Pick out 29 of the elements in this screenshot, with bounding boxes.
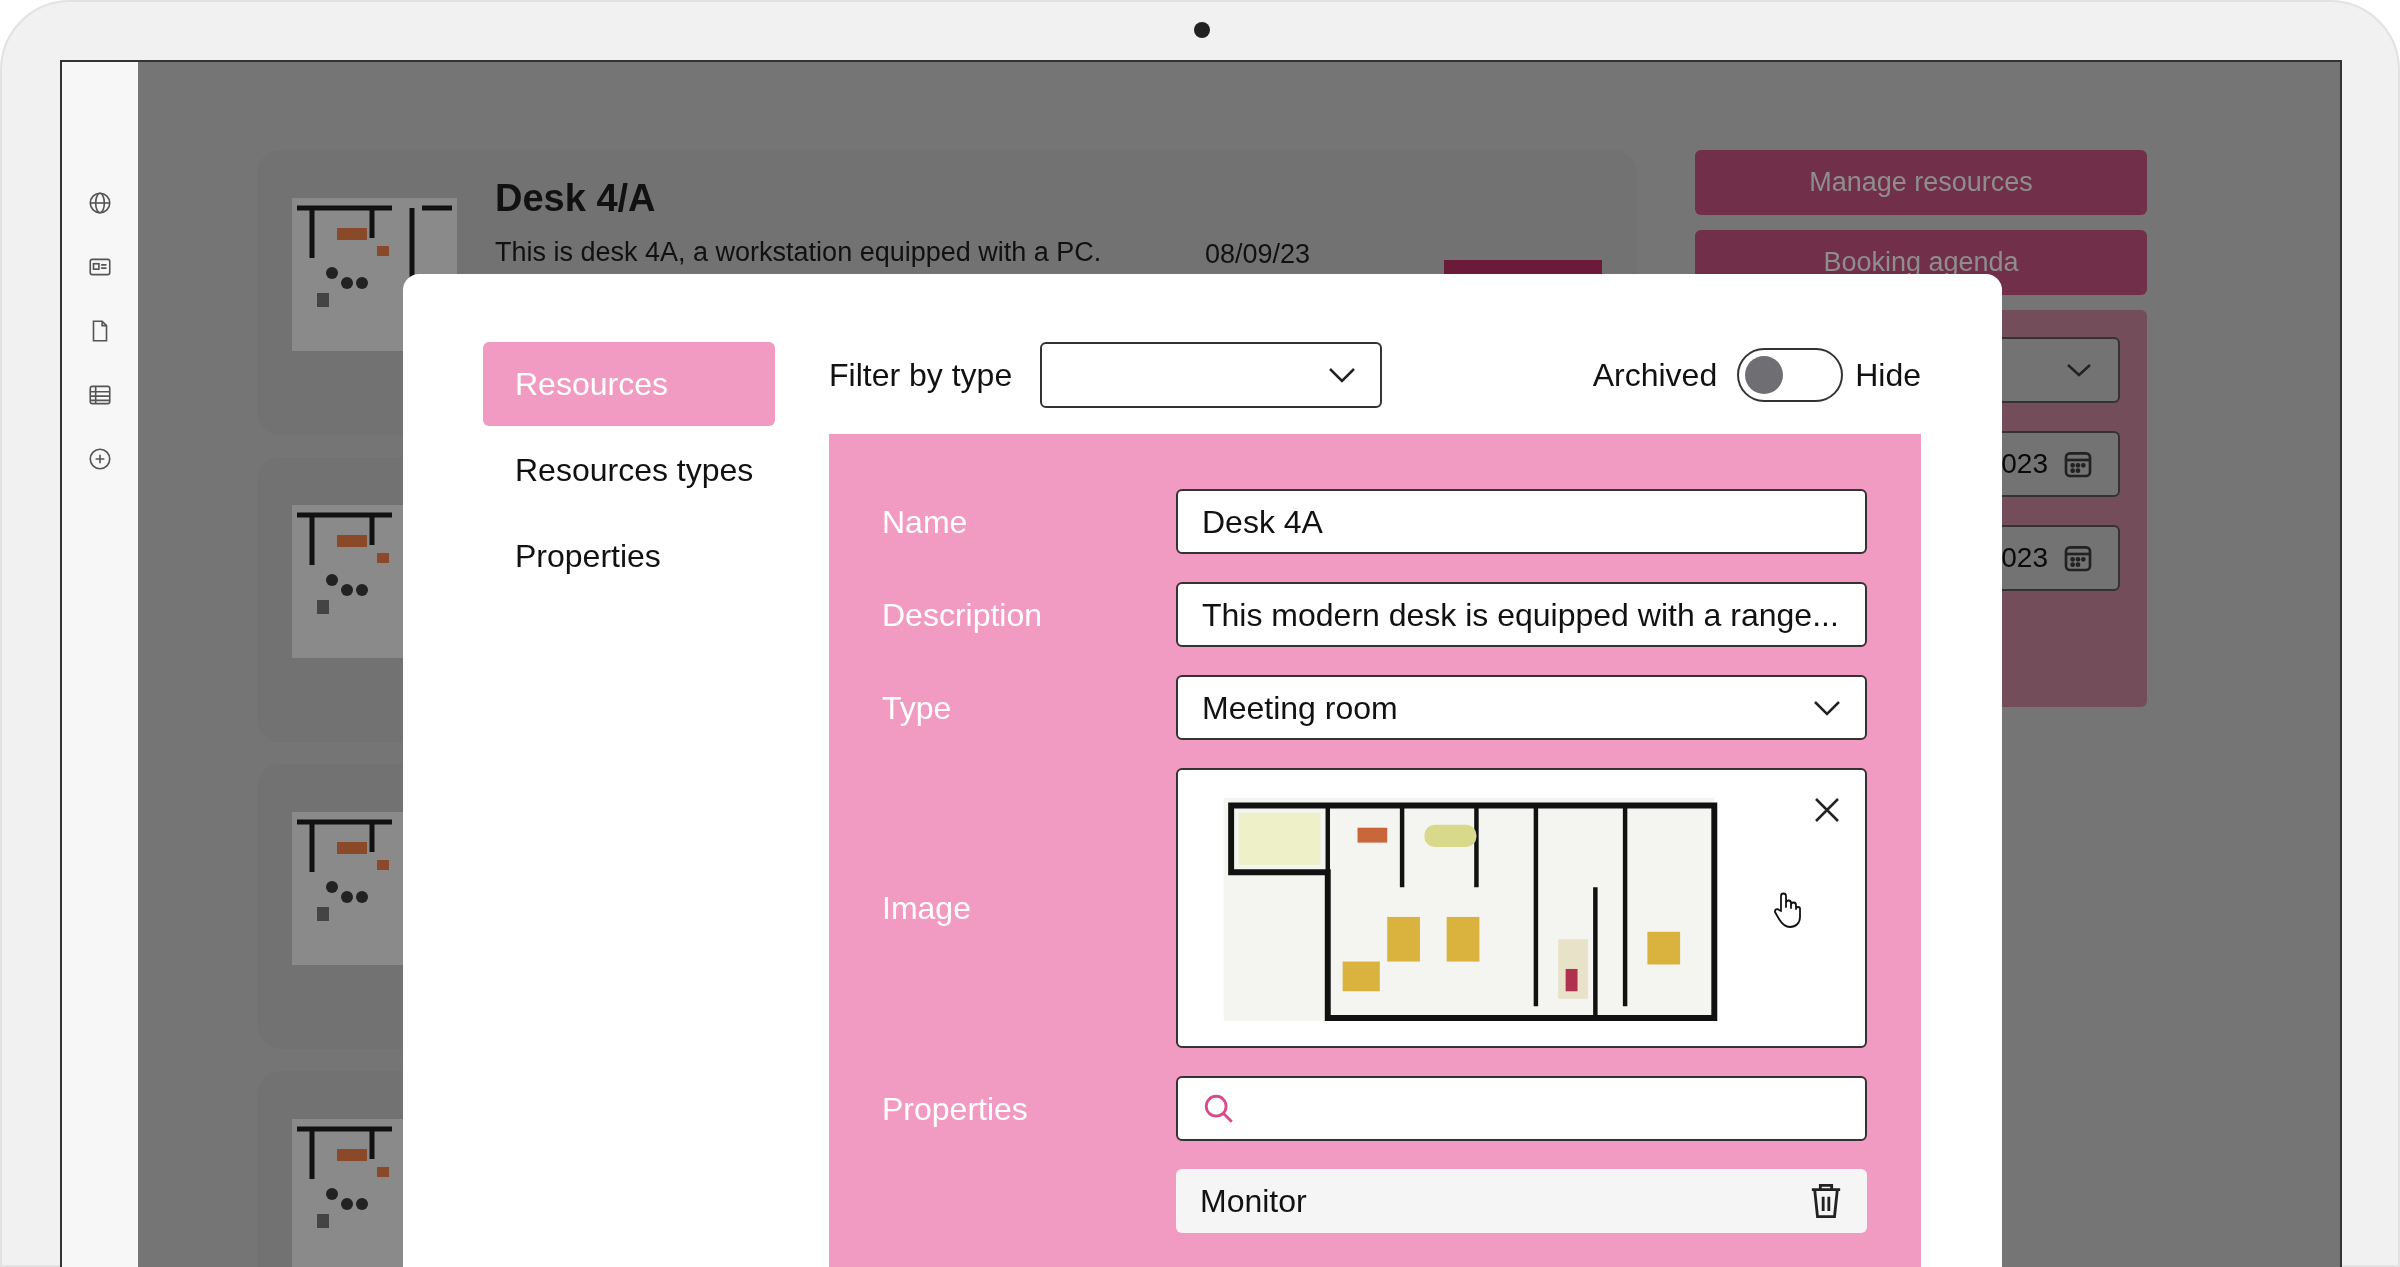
field-label: Description bbox=[882, 595, 1044, 635]
search-field[interactable] bbox=[1176, 1076, 1867, 1141]
field-label: Properties bbox=[882, 1089, 1029, 1129]
card-date: 08/09/23 bbox=[1205, 240, 1311, 270]
hand-cursor-icon bbox=[1772, 891, 1802, 929]
nav-tab[interactable]: Resources types bbox=[483, 428, 775, 512]
property-name: Monitor bbox=[1200, 1182, 1307, 1221]
trash-icon[interactable] bbox=[1809, 1182, 1843, 1220]
text-field[interactable]: This modern desk is equipped with a range... bbox=[1176, 582, 1867, 647]
field-label: Image bbox=[882, 889, 972, 928]
archived-toggle[interactable] bbox=[1737, 348, 1844, 402]
field-label: Name bbox=[882, 502, 969, 542]
toggle-state-label: Hide bbox=[1855, 356, 1921, 395]
dropdown-value: Meeting room bbox=[1202, 688, 1398, 728]
chevron-down-icon bbox=[1328, 367, 1357, 383]
nav-tab[interactable]: Properties bbox=[483, 514, 775, 598]
close-icon[interactable] bbox=[1813, 796, 1841, 824]
text-field[interactable]: Desk 4A bbox=[1176, 489, 1867, 554]
card-title: Desk 4/A bbox=[495, 178, 657, 220]
globe-icon[interactable] bbox=[87, 190, 113, 216]
field-label: Type bbox=[882, 688, 953, 728]
type-filter-dropdown[interactable] bbox=[1040, 342, 1383, 408]
chevron-down-icon bbox=[1813, 699, 1841, 716]
archived-label: Archived bbox=[1592, 356, 1718, 395]
filter-label: Filter by type bbox=[829, 356, 1013, 395]
add-circle-icon[interactable] bbox=[87, 446, 113, 472]
chevron-down-icon bbox=[2066, 363, 2092, 377]
card-description: This is desk 4A, a workstation equipped with a PC. bbox=[495, 237, 1103, 268]
type-dropdown[interactable]: Meeting room bbox=[1176, 675, 1867, 740]
